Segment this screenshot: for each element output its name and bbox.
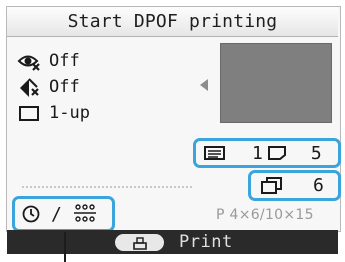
setting-layout: 1-up: [17, 102, 90, 124]
paper-size-label: P 4×6/10×15: [216, 207, 314, 223]
clock-icon: [21, 204, 41, 224]
file-number-icon: [72, 202, 98, 226]
copies-count: 6: [313, 175, 324, 196]
page-count: 1: [252, 142, 263, 164]
dialog-title: Start DPOF printing: [7, 7, 338, 37]
print-icon: [130, 236, 150, 250]
sheet-count: 5: [310, 142, 322, 164]
sheet-icon: [267, 145, 287, 161]
date-file-number-box: /: [12, 196, 115, 232]
date-separator: /: [51, 203, 62, 225]
pages-icon: [204, 145, 226, 161]
copies-icon: [261, 176, 283, 195]
setting-red-eye: Off: [17, 50, 80, 72]
sheet-count-box: 1 5: [193, 138, 341, 168]
bottom-action-bar: [7, 230, 338, 254]
image-preview: [220, 43, 332, 123]
copies-box: 6: [248, 170, 341, 201]
callout-pointer-line: [64, 232, 66, 262]
image-optimize-icon: [17, 76, 43, 98]
layout-frame-icon: [17, 102, 43, 124]
red-eye-correction-icon: [17, 50, 43, 72]
setting-image-optimize: Off: [17, 76, 80, 98]
red-eye-value: Off: [49, 51, 80, 71]
image-optimize-value: Off: [49, 77, 80, 97]
print-label: Print: [179, 232, 233, 252]
layout-value: 1-up: [49, 103, 90, 123]
separator: [22, 186, 192, 188]
previous-image-arrow-icon[interactable]: [200, 79, 208, 91]
print-button[interactable]: [115, 234, 164, 251]
